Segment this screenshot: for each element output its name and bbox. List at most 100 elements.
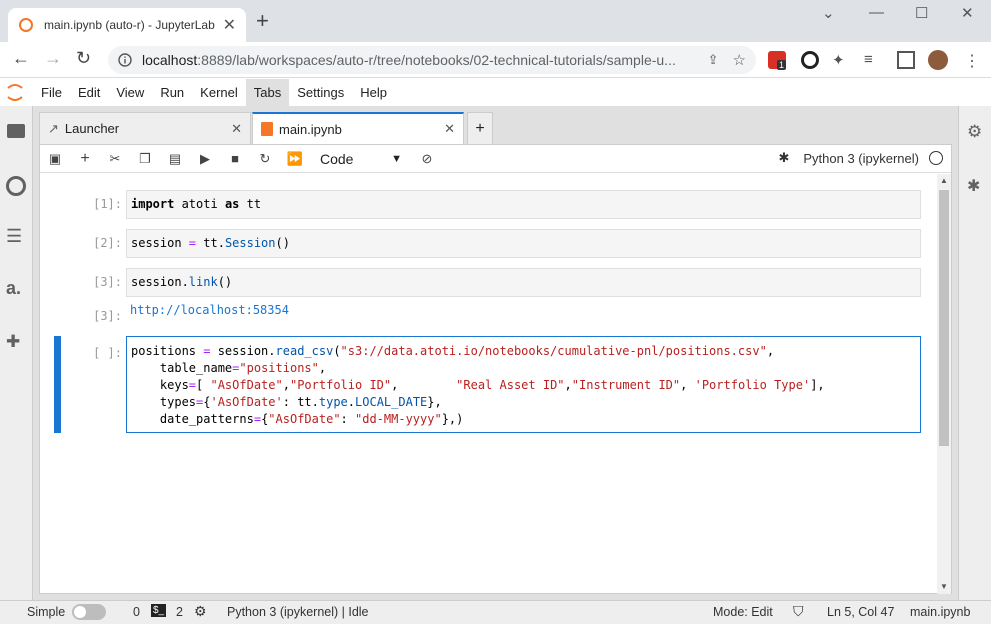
trust-shield-icon[interactable]: ⛉ (793, 603, 804, 620)
output-link[interactable]: http://localhost:58354 (130, 303, 289, 317)
folder-icon[interactable] (7, 124, 25, 138)
menu-edit[interactable]: Edit (70, 79, 108, 106)
maximize-button[interactable]: ☐ (915, 4, 928, 22)
right-sidebar: ⚙ ✱ (958, 106, 991, 600)
forward-icon[interactable]: → (44, 48, 62, 69)
editor-mode: Mode: Edit (713, 605, 773, 619)
url-text: localhost:8889/lab/workspaces/auto-r/tre… (142, 52, 676, 68)
reload-icon[interactable]: ↻ (76, 48, 91, 69)
restart-icon[interactable]: ↻ (250, 151, 280, 167)
scroll-up-icon[interactable]: ▲ (940, 176, 948, 185)
menu-file[interactable]: File (33, 79, 70, 106)
cell-editor[interactable]: session.link() (126, 268, 921, 297)
notebook-icon (261, 122, 273, 136)
tab-launcher-label: Launcher (64, 121, 120, 136)
bookmark-star-icon[interactable]: ☆ (733, 51, 746, 69)
debug-bug-icon[interactable]: ✱ (778, 150, 789, 166)
copy-icon[interactable]: ❐ (130, 151, 160, 167)
cell-prompt: [1]: (93, 197, 122, 211)
menu-tabs[interactable]: Tabs (245, 79, 290, 106)
notebook-scrollbar[interactable]: ▲ ▼ (937, 174, 951, 594)
minimize-button[interactable]: — (869, 4, 884, 21)
side-panel-icon[interactable] (897, 51, 915, 69)
kernel-chip-icon[interactable]: ⚙ (194, 603, 207, 620)
menu-settings[interactable]: Settings (289, 79, 352, 106)
tab-main-ipynb[interactable]: main.ipynb ✕ (252, 112, 464, 144)
menu-view[interactable]: View (108, 79, 152, 106)
scrollbar-thumb[interactable] (939, 190, 949, 446)
notebook-toolbar: ▣ + ✂ ❐ ▤ ▶ ■ ↻ ⏩ Code ▼ ⊘ ✱ Python 3 (i… (40, 145, 951, 173)
property-inspector-icon[interactable]: ⚙ (967, 122, 982, 142)
cell-prompt: [ ]: (93, 346, 122, 360)
site-info-icon[interactable] (118, 53, 132, 67)
menu-help[interactable]: Help (352, 79, 395, 106)
extensions-puzzle-icon[interactable]: ✦ (832, 51, 850, 69)
add-cell-icon[interactable]: + (70, 150, 100, 168)
atoti-icon[interactable]: a. (6, 278, 21, 299)
notebook-panel: ▣ + ✂ ❐ ▤ ▶ ■ ↻ ⏩ Code ▼ ⊘ ✱ Python 3 (i… (39, 144, 952, 594)
browser-tab-title: main.ipynb (auto-r) - JupyterLab (44, 18, 215, 32)
cell-type-select[interactable]: Code ▼ (320, 151, 402, 167)
run-icon[interactable]: ▶ (190, 151, 220, 167)
close-icon[interactable]: ✕ (444, 121, 455, 137)
cell-editor[interactable]: session = tt.Session() (126, 229, 921, 258)
tab-launcher[interactable]: ↗ Launcher ✕ (39, 112, 251, 144)
kernel-info: ✱ Python 3 (ipykernel) (778, 150, 943, 166)
menu-kernel[interactable]: Kernel (192, 79, 246, 106)
cell-prompt: [2]: (93, 236, 122, 250)
window-close-button[interactable]: ✕ (961, 4, 974, 22)
address-bar[interactable]: localhost:8889/lab/workspaces/auto-r/tre… (108, 46, 756, 74)
main-dock-area: ↗ Launcher ✕ main.ipynb ✕ + ▣ + ✂ ❐ ▤ ▶ … (33, 106, 958, 600)
output-prompt: [3]: (93, 309, 122, 323)
extension-badge: 1 (777, 60, 787, 70)
extensions-icon[interactable]: ✚ (6, 332, 20, 352)
cell-editor[interactable]: import atoti as tt (126, 190, 921, 219)
status-bar: Simple 0 $_ 2 ⚙ Python 3 (ipykernel) | I… (0, 600, 991, 624)
cursor-position[interactable]: Ln 5, Col 47 (827, 605, 894, 619)
save-icon[interactable]: ▣ (40, 151, 70, 167)
menubar: File Edit View Run Kernel Tabs Settings … (0, 79, 991, 106)
simple-mode-label: Simple (27, 605, 66, 619)
paste-icon[interactable]: ▤ (160, 151, 190, 167)
media-queue-icon[interactable]: ≡ (864, 51, 882, 69)
avatar[interactable] (928, 50, 948, 70)
simple-mode-toggle[interactable] (72, 604, 106, 620)
table-of-contents-icon[interactable]: ☰ (6, 226, 22, 247)
menu-run[interactable]: Run (152, 79, 192, 106)
status-filename: main.ipynb (910, 605, 971, 619)
add-tab-button[interactable]: + (467, 112, 493, 144)
browser-toolbar: ← → ↻ localhost:8889/lab/workspaces/auto… (0, 42, 991, 78)
debugger-bug-icon[interactable]: ✱ (967, 176, 980, 196)
share-icon[interactable]: ⇪ (708, 52, 719, 68)
stop-icon[interactable]: ■ (220, 151, 250, 166)
fast-forward-icon[interactable]: ⏩ (280, 151, 310, 167)
tab-main-label: main.ipynb (279, 121, 342, 137)
scroll-down-icon[interactable]: ▼ (940, 582, 948, 591)
jupyter-favicon-icon (19, 18, 33, 32)
back-icon[interactable]: ← (12, 48, 30, 69)
cell-prompt: [3]: (93, 275, 122, 289)
running-sessions-icon[interactable] (6, 176, 26, 196)
kernel-count: 2 (176, 605, 183, 619)
git-icon[interactable]: ⊘ (412, 151, 442, 167)
chevron-down-icon: ▼ (391, 152, 402, 165)
terminal-icon[interactable]: $_ (151, 604, 167, 617)
cut-icon[interactable]: ✂ (100, 151, 130, 167)
terminal-count: 0 (133, 605, 140, 619)
extension-ring-icon[interactable] (801, 51, 819, 69)
kernel-name[interactable]: Python 3 (ipykernel) (803, 151, 919, 166)
new-tab-button[interactable]: + (256, 10, 269, 32)
more-menu-icon[interactable]: ⋮ (964, 51, 982, 70)
kernel-status-circle-icon (929, 151, 943, 165)
browser-titlebar: main.ipynb (auto-r) - JupyterLab ✕ + ⌄ —… (0, 0, 991, 42)
jupyter-logo-icon (7, 84, 23, 101)
close-icon[interactable]: ✕ (223, 15, 236, 35)
cell-type-value: Code (320, 150, 354, 167)
extension-icon[interactable]: 1 (768, 51, 787, 70)
kernel-status[interactable]: Python 3 (ipykernel) | Idle (227, 605, 369, 619)
launcher-icon: ↗ (48, 120, 59, 136)
cell-editor[interactable]: positions = session.read_csv("s3://data.… (126, 336, 921, 433)
tab-search-icon[interactable]: ⌄ (822, 4, 835, 22)
browser-tab[interactable]: main.ipynb (auto-r) - JupyterLab ✕ (8, 8, 246, 42)
close-icon[interactable]: ✕ (231, 121, 242, 137)
